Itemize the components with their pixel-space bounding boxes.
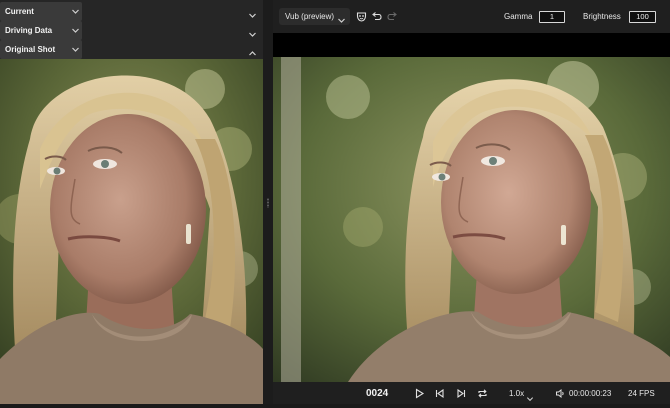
speed-select[interactable]: 1.0x xyxy=(509,386,537,402)
redo-icon[interactable] xyxy=(387,11,398,22)
undo-icon[interactable] xyxy=(371,11,382,22)
chevron-down-icon xyxy=(526,390,534,408)
letterbox-top xyxy=(273,33,670,57)
driving-data-section-label: Driving Data xyxy=(5,26,53,35)
chevron-down-icon[interactable] xyxy=(71,7,80,16)
model-select[interactable]: Vub (preview) xyxy=(279,8,350,25)
current-section-header[interactable]: Current xyxy=(0,2,82,21)
mask-icon[interactable] xyxy=(356,11,367,22)
current-section-row[interactable]: Current xyxy=(0,2,263,21)
volume-icon[interactable] xyxy=(555,388,566,399)
driving-data-section-header[interactable]: Driving Data xyxy=(0,21,82,40)
model-select-value: Vub (preview) xyxy=(285,12,335,21)
chevron-down-icon xyxy=(337,12,346,30)
frame-number: 0024 xyxy=(366,388,389,399)
brightness-label: Brightness xyxy=(583,12,621,21)
gamma-label: Gamma xyxy=(504,12,533,21)
play-icon[interactable] xyxy=(414,388,425,399)
chevron-down-icon[interactable] xyxy=(71,45,80,54)
original-shot-section-row[interactable]: Original Shot xyxy=(0,40,263,59)
drag-handle-icon[interactable] xyxy=(267,198,269,208)
fps-label: 24 FPS xyxy=(628,389,655,398)
original-shot-section-label: Original Shot xyxy=(5,45,56,54)
chevron-down-icon[interactable] xyxy=(71,26,80,35)
driving-data-section-row[interactable]: Driving Data xyxy=(0,21,263,40)
step-back-icon[interactable] xyxy=(434,388,445,399)
original-shot-section-header[interactable]: Original Shot xyxy=(0,40,82,59)
loop-icon[interactable] xyxy=(477,388,488,399)
brightness-input[interactable] xyxy=(629,11,656,23)
preview-image xyxy=(273,57,670,382)
gamma-input[interactable] xyxy=(539,11,565,23)
speed-value: 1.0x xyxy=(509,389,525,398)
current-section-label: Current xyxy=(5,7,34,16)
step-forward-icon[interactable] xyxy=(456,388,467,399)
original-shot-image xyxy=(0,59,263,404)
timecode: 00:00:00:23 xyxy=(569,389,612,398)
